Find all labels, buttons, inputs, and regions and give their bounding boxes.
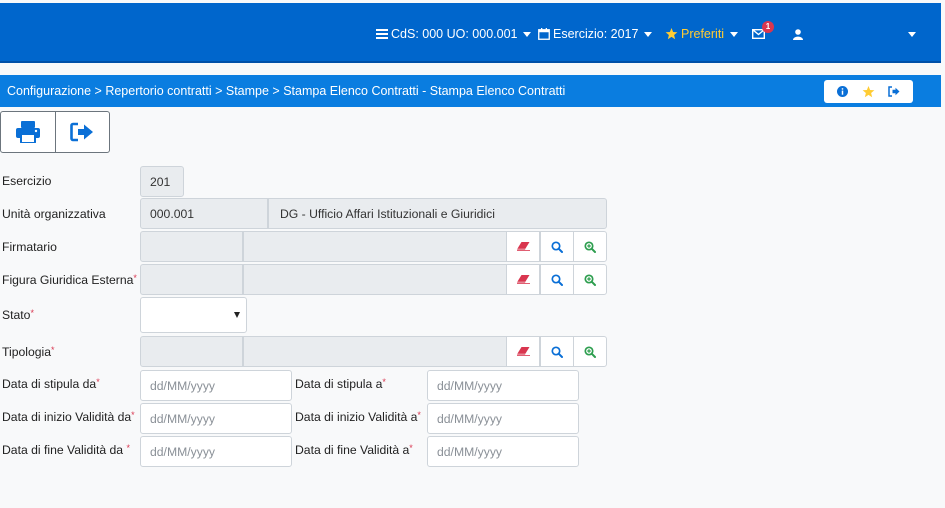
stato-select[interactable] <box>140 297 247 333</box>
unita-organizzativa-description-field[interactable]: DG - Ufficio Affari Istituzionali e Giur… <box>268 198 607 229</box>
required-marker: * <box>51 345 55 355</box>
data-inizio-da-label: Data di inizio Validità da* <box>2 410 135 424</box>
unita-organizzativa-code-field[interactable]: 000.001 <box>140 198 268 229</box>
data-inizio-a-input[interactable] <box>427 403 579 434</box>
tipologia-description-field[interactable] <box>243 336 507 367</box>
required-marker: * <box>417 410 421 420</box>
top-navbar: CdS: 000 UO: 000.001 Esercizio: 2017 Pre… <box>0 3 941 63</box>
data-stipula-a-input[interactable] <box>427 370 579 401</box>
caret-down-icon <box>234 312 240 318</box>
firmatario-clear-button[interactable] <box>506 231 540 262</box>
favorite-button[interactable] <box>859 83 877 101</box>
sign-out-icon <box>888 86 900 97</box>
required-marker: * <box>409 443 413 453</box>
data-fine-da-input[interactable] <box>140 436 292 467</box>
chevron-down-icon <box>730 31 739 37</box>
required-marker: * <box>126 443 130 453</box>
star-icon <box>665 28 678 40</box>
print-icon <box>15 121 40 143</box>
breadcrumb: Configurazione > Repertorio contratti > … <box>0 75 941 107</box>
esercizio-dropdown[interactable]: Esercizio: 2017 <box>538 25 653 43</box>
notifications-button[interactable]: 1 <box>752 21 774 43</box>
required-marker: * <box>382 377 386 387</box>
required-marker: * <box>96 377 100 387</box>
tipologia-code-field[interactable] <box>140 336 243 367</box>
esercizio-field[interactable]: 201 <box>140 166 184 197</box>
figura-giuridica-search-button[interactable] <box>540 264 574 295</box>
context-dropdown[interactable]: CdS: 000 UO: 000.001 <box>376 25 532 43</box>
data-stipula-a-label: Data di stipula a* <box>295 377 386 391</box>
tipologia-search-button[interactable] <box>540 336 574 367</box>
search-icon <box>551 240 563 253</box>
data-fine-a-input[interactable] <box>427 436 579 467</box>
firmatario-search-button[interactable] <box>540 231 574 262</box>
figura-giuridica-search-add-button[interactable] <box>573 264 607 295</box>
breadcrumb-actions <box>824 80 913 103</box>
notification-badge: 1 <box>762 21 774 33</box>
toolbar <box>0 111 110 153</box>
firmatario-description-field[interactable] <box>243 231 507 262</box>
user-icon <box>793 28 803 40</box>
search-plus-icon <box>584 240 596 253</box>
info-button[interactable] <box>834 83 852 101</box>
data-fine-a-label: Data di fine Validità a* <box>295 443 413 457</box>
esercizio-label: Esercizio: 2017 <box>553 27 639 41</box>
required-marker: * <box>30 308 34 318</box>
print-button[interactable] <box>1 112 55 152</box>
sign-out-icon <box>70 122 94 142</box>
search-icon <box>551 345 563 358</box>
figura-giuridica-label: Figura Giuridica Esterna* <box>2 273 137 287</box>
search-plus-icon <box>584 345 596 358</box>
eraser-icon <box>516 275 530 284</box>
required-marker: * <box>133 273 137 283</box>
menu-icon <box>376 29 388 39</box>
unita-organizzativa-label: Unità organizzativa <box>2 207 106 221</box>
exit-toolbar-button[interactable] <box>54 112 110 152</box>
breadcrumb-path: Configurazione > Repertorio contratti > … <box>7 84 566 98</box>
data-inizio-a-label: Data di inizio Validità a* <box>295 410 421 424</box>
expand-menu-button[interactable] <box>908 25 916 43</box>
figura-giuridica-description-field[interactable] <box>243 264 507 295</box>
data-inizio-da-input[interactable] <box>140 403 292 434</box>
star-icon <box>862 85 875 97</box>
firmatario-label: Firmatario <box>2 240 57 254</box>
data-fine-da-label: Data di fine Validità da * <box>2 443 130 457</box>
preferiti-dropdown[interactable]: Preferiti <box>665 25 739 43</box>
search-icon <box>551 273 563 286</box>
context-label: CdS: 000 UO: 000.001 <box>391 27 518 41</box>
figura-giuridica-clear-button[interactable] <box>506 264 540 295</box>
data-stipula-da-label: Data di stipula da* <box>2 377 100 391</box>
tipologia-clear-button[interactable] <box>506 336 540 367</box>
tipologia-search-add-button[interactable] <box>573 336 607 367</box>
stato-label: Stato* <box>2 308 34 322</box>
info-icon <box>837 86 849 97</box>
required-marker: * <box>131 410 135 420</box>
firmatario-search-add-button[interactable] <box>573 231 607 262</box>
esercizio-label: Esercizio <box>2 174 52 188</box>
data-stipula-da-input[interactable] <box>140 370 292 401</box>
exit-button[interactable] <box>885 83 903 101</box>
preferiti-label: Preferiti <box>681 27 725 41</box>
chevron-down-icon <box>644 31 653 37</box>
chevron-down-icon <box>523 31 532 37</box>
eraser-icon <box>516 347 530 356</box>
tipologia-label: Tipologia* <box>2 345 55 359</box>
calendar-icon <box>538 28 550 40</box>
eraser-icon <box>516 242 530 251</box>
figura-giuridica-code-field[interactable] <box>140 264 243 295</box>
user-menu[interactable] <box>793 25 803 43</box>
chevron-down-icon <box>908 31 916 37</box>
search-plus-icon <box>584 273 596 286</box>
firmatario-code-field[interactable] <box>140 231 243 262</box>
